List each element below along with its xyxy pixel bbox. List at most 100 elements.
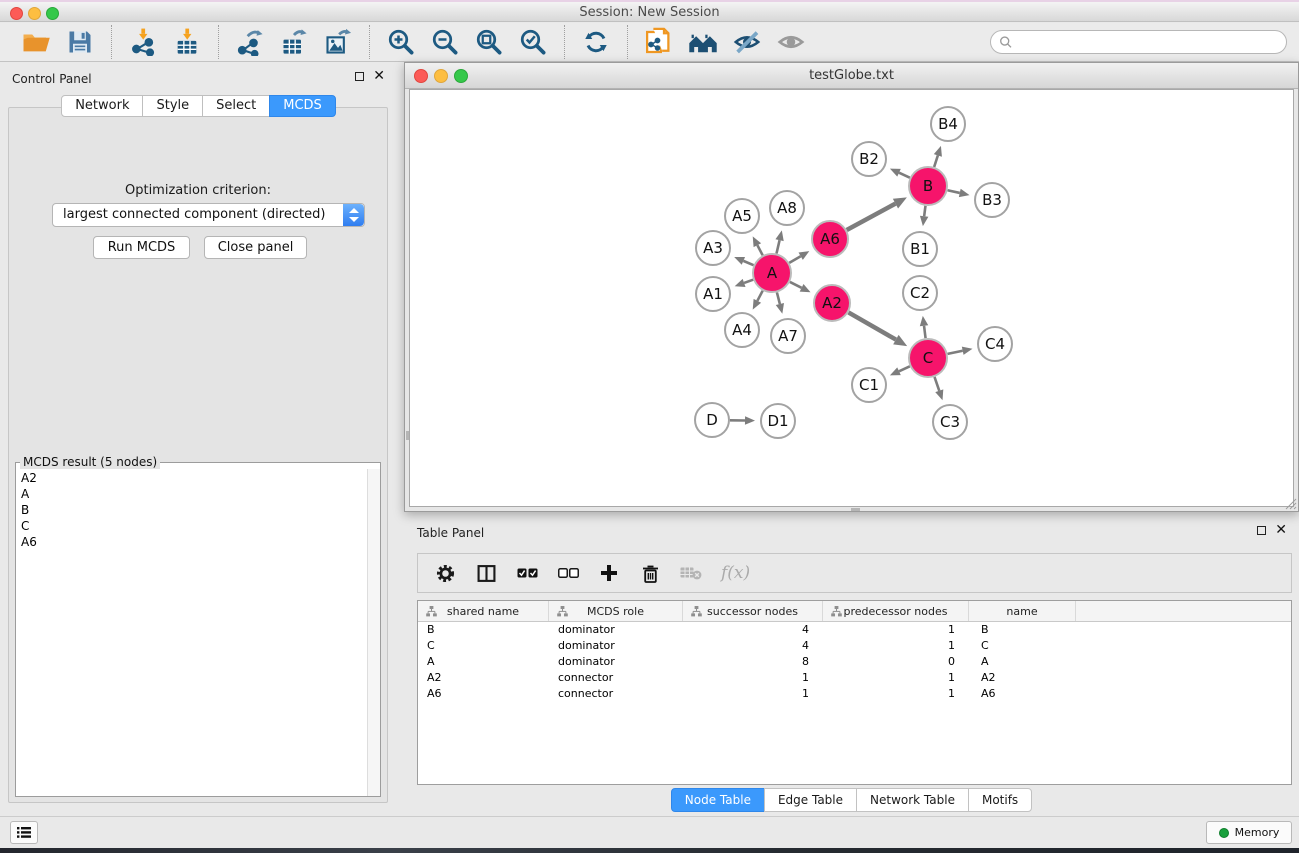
graph-edge-A-A7[interactable]	[777, 292, 780, 304]
list-item[interactable]: A	[21, 486, 375, 502]
close-panel-icon[interactable]: ✕	[373, 71, 385, 81]
graph-node-C[interactable]: C	[909, 339, 947, 377]
column-header-mcds-role[interactable]: MCDS role	[549, 601, 683, 621]
graph-edge-C-C2[interactable]	[924, 326, 926, 338]
list-item[interactable]: A2	[21, 470, 375, 486]
search-input[interactable]	[1012, 35, 1278, 49]
tab-select[interactable]: Select	[202, 95, 270, 117]
graph-edge-B-B2[interactable]	[899, 173, 910, 178]
graph-node-B4[interactable]: B4	[931, 107, 965, 141]
table-row[interactable]: A6connector11A6	[418, 686, 1291, 702]
node-table[interactable]: shared name MCDS role successor nodes pr…	[417, 600, 1292, 785]
graph-node-B2[interactable]: B2	[852, 142, 886, 176]
column-header-successor-nodes[interactable]: successor nodes	[683, 601, 823, 621]
graph-node-A6[interactable]: A6	[812, 221, 848, 257]
tab-style[interactable]: Style	[142, 95, 203, 117]
table-settings-gear-icon[interactable]	[434, 562, 456, 584]
export-network-icon[interactable]	[234, 26, 266, 58]
criterion-select[interactable]: largest connected component (directed)	[52, 203, 365, 227]
graph-edge-B-B3[interactable]	[948, 190, 960, 193]
tab-network-table[interactable]: Network Table	[856, 788, 969, 812]
show-panels-button[interactable]	[10, 821, 38, 844]
list-item[interactable]: C	[21, 518, 375, 534]
delete-column-icon[interactable]	[639, 562, 661, 584]
deselect-all-icon[interactable]	[557, 562, 579, 584]
refresh-icon[interactable]	[580, 26, 612, 58]
graph-node-B1[interactable]: B1	[903, 232, 937, 266]
column-header-shared-name[interactable]: shared name	[418, 601, 549, 621]
graph-node-D1[interactable]: D1	[761, 404, 795, 438]
tab-edge-table[interactable]: Edge Table	[764, 788, 857, 812]
tab-mcds[interactable]: MCDS	[269, 95, 336, 117]
add-column-icon[interactable]	[598, 562, 620, 584]
table-row[interactable]: A2connector11A2	[418, 670, 1291, 686]
delete-table-icon-disabled[interactable]	[680, 562, 702, 584]
list-item[interactable]: A6	[21, 534, 375, 550]
list-item[interactable]: B	[21, 502, 375, 518]
tab-node-table[interactable]: Node Table	[671, 788, 765, 812]
show-graphics-details-icon[interactable]	[775, 26, 807, 58]
float-panel-icon[interactable]	[355, 72, 364, 81]
new-network-from-selection-icon[interactable]	[643, 26, 675, 58]
graph-edge-A6-B[interactable]	[847, 204, 896, 230]
graph-node-B3[interactable]: B3	[975, 183, 1009, 217]
column-header-predecessor-nodes[interactable]: predecessor nodes	[823, 601, 969, 621]
tab-motifs[interactable]: Motifs	[968, 788, 1032, 812]
tab-network[interactable]: Network	[61, 95, 143, 117]
graph-node-A4[interactable]: A4	[725, 313, 759, 347]
graph-edge-A-A1[interactable]	[744, 280, 753, 283]
run-mcds-button[interactable]: Run MCDS	[93, 236, 190, 259]
graph-node-A1[interactable]: A1	[696, 277, 730, 311]
save-session-icon[interactable]	[64, 26, 96, 58]
graph-node-D[interactable]: D	[695, 403, 729, 437]
graph-node-A5[interactable]: A5	[725, 199, 759, 233]
graph-edge-A-A2[interactable]	[790, 282, 802, 288]
scrollbar[interactable]	[367, 469, 380, 796]
graph-edge-B-B4[interactable]	[934, 155, 938, 167]
mcds-result-list[interactable]: A2 A B C A6	[16, 469, 380, 551]
show-columns-icon[interactable]	[475, 562, 497, 584]
zoom-selected-icon[interactable]	[517, 26, 549, 58]
column-header-name[interactable]: name	[969, 601, 1076, 621]
graph-edge-A-A3[interactable]	[743, 261, 753, 265]
graph-node-C2[interactable]: C2	[903, 276, 937, 310]
graph-edge-A-A4[interactable]	[757, 291, 762, 301]
graph-edge-C-C4[interactable]	[948, 351, 963, 354]
table-row[interactable]: Bdominator41B	[418, 622, 1291, 638]
resize-grip[interactable]	[1284, 497, 1297, 510]
graph-edge-A-A5[interactable]	[757, 245, 762, 255]
function-builder-icon-disabled[interactable]: f(x)	[721, 563, 750, 583]
hide-graphics-details-icon[interactable]	[731, 26, 763, 58]
graph-node-C1[interactable]: C1	[852, 368, 886, 402]
graph-edge-A-A6[interactable]	[789, 256, 800, 263]
float-panel-icon[interactable]	[1257, 526, 1266, 535]
network-window-titlebar[interactable]: testGlobe.txt	[405, 63, 1298, 89]
table-row[interactable]: Adominator80A	[418, 654, 1291, 670]
close-panel-icon[interactable]: ✕	[1275, 525, 1287, 535]
graph-edge-B-B1[interactable]	[924, 206, 925, 216]
open-session-icon[interactable]	[20, 26, 52, 58]
graph-node-A2[interactable]: A2	[814, 285, 850, 321]
graph-node-A8[interactable]: A8	[770, 191, 804, 225]
memory-button[interactable]: Memory	[1206, 821, 1292, 844]
zoom-out-icon[interactable]	[429, 26, 461, 58]
home-icon[interactable]	[687, 26, 719, 58]
graph-edge-C-C1[interactable]	[899, 366, 910, 371]
graph-edge-A2-C[interactable]	[848, 312, 895, 339]
graph-node-A[interactable]: A	[753, 254, 791, 292]
close-panel-button[interactable]: Close panel	[204, 236, 307, 259]
graph-node-B[interactable]: B	[909, 167, 947, 205]
import-table-icon[interactable]	[171, 26, 203, 58]
graph-node-A7[interactable]: A7	[771, 319, 805, 353]
import-network-icon[interactable]	[127, 26, 159, 58]
export-table-icon[interactable]	[278, 26, 310, 58]
search-box[interactable]	[990, 30, 1287, 54]
export-image-icon[interactable]	[322, 26, 354, 58]
zoom-in-icon[interactable]	[385, 26, 417, 58]
zoom-fit-icon[interactable]	[473, 26, 505, 58]
graph-edge-A-A8[interactable]	[776, 240, 779, 253]
graph-node-C4[interactable]: C4	[978, 327, 1012, 361]
graph-node-C3[interactable]: C3	[933, 405, 967, 439]
graph-edge-C-C3[interactable]	[935, 377, 940, 391]
table-row[interactable]: Cdominator41C	[418, 638, 1291, 654]
